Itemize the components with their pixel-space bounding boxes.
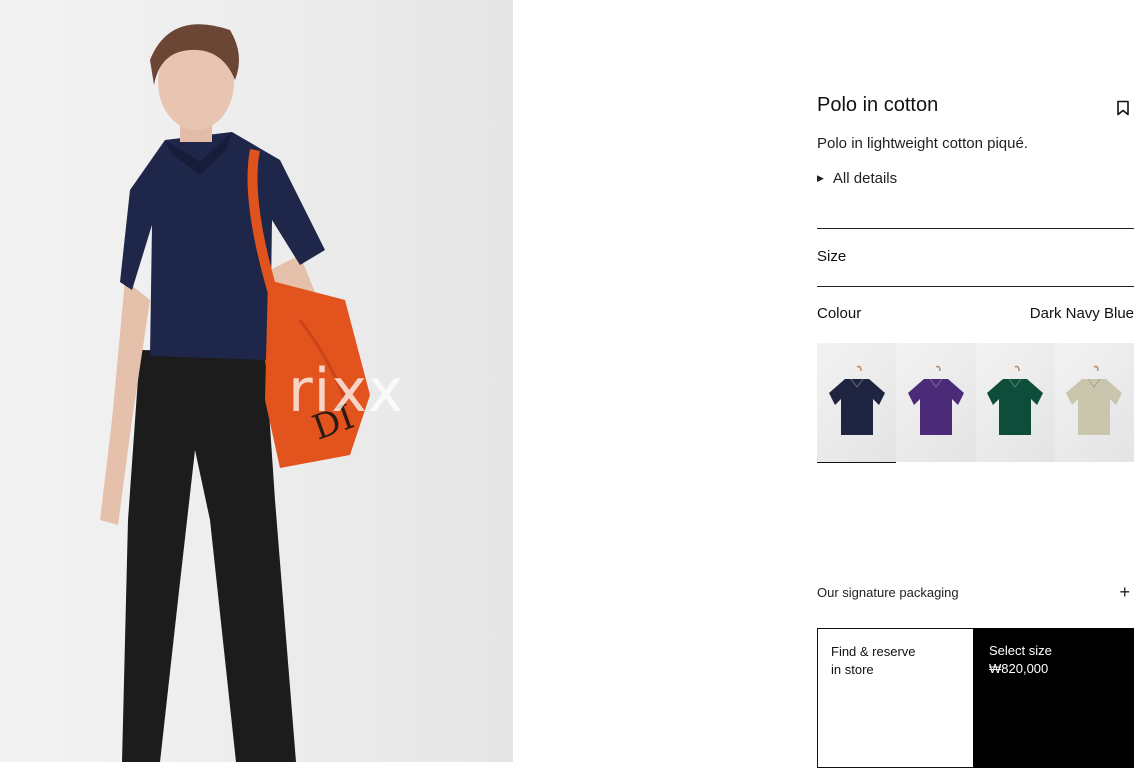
price: ₩820,000 [989, 661, 1049, 676]
colour-swatches [817, 343, 1134, 463]
reserve-label-line1: Find & reserve [831, 644, 916, 659]
swatch-dark-navy-blue[interactable] [817, 343, 897, 463]
all-details-label: All details [832, 170, 898, 187]
size-selector[interactable]: Size [817, 248, 846, 265]
swatch-purple[interactable] [896, 343, 976, 462]
polo-thumbnail-icon [907, 365, 964, 435]
reserve-label-line2: in store [831, 662, 874, 677]
divider [817, 228, 1134, 229]
polo-thumbnail-icon [828, 365, 885, 435]
select-size-label: Select size [989, 643, 1052, 658]
polo-thumbnail-icon [1066, 365, 1123, 435]
product-info-panel: Polo in cotton Polo in lightweight cotto… [817, 0, 1134, 768]
product-hero-image: DI rixx [0, 0, 513, 762]
watermark-text: rixx [288, 356, 405, 426]
all-details-toggle[interactable]: ▶ All details [817, 170, 897, 187]
packaging-label: Our signature packaging [817, 585, 959, 600]
selected-colour-name: Dark Navy Blue [1029, 305, 1134, 322]
polo-thumbnail-icon [987, 365, 1044, 435]
caret-right-icon: ▶ [817, 173, 824, 183]
bookmark-icon[interactable] [1115, 100, 1131, 116]
product-title: Polo in cotton [817, 94, 939, 116]
divider [817, 286, 1134, 287]
purchase-actions: Find & reserve in store Select size ₩820… [817, 628, 1134, 768]
model-photo: DI [100, 24, 370, 762]
swatch-green[interactable] [975, 343, 1055, 462]
plus-icon: + [1119, 582, 1130, 602]
find-reserve-button[interactable]: Find & reserve in store [817, 628, 973, 768]
select-size-button[interactable]: Select size ₩820,000 [973, 628, 1134, 768]
signature-packaging-row[interactable]: Our signature packaging + [817, 582, 1134, 603]
product-description: Polo in lightweight cotton piqué. [817, 135, 1028, 152]
colour-row: Colour Dark Navy Blue [817, 305, 1134, 322]
swatch-beige[interactable] [1054, 343, 1134, 462]
colour-label: Colour [817, 305, 862, 322]
